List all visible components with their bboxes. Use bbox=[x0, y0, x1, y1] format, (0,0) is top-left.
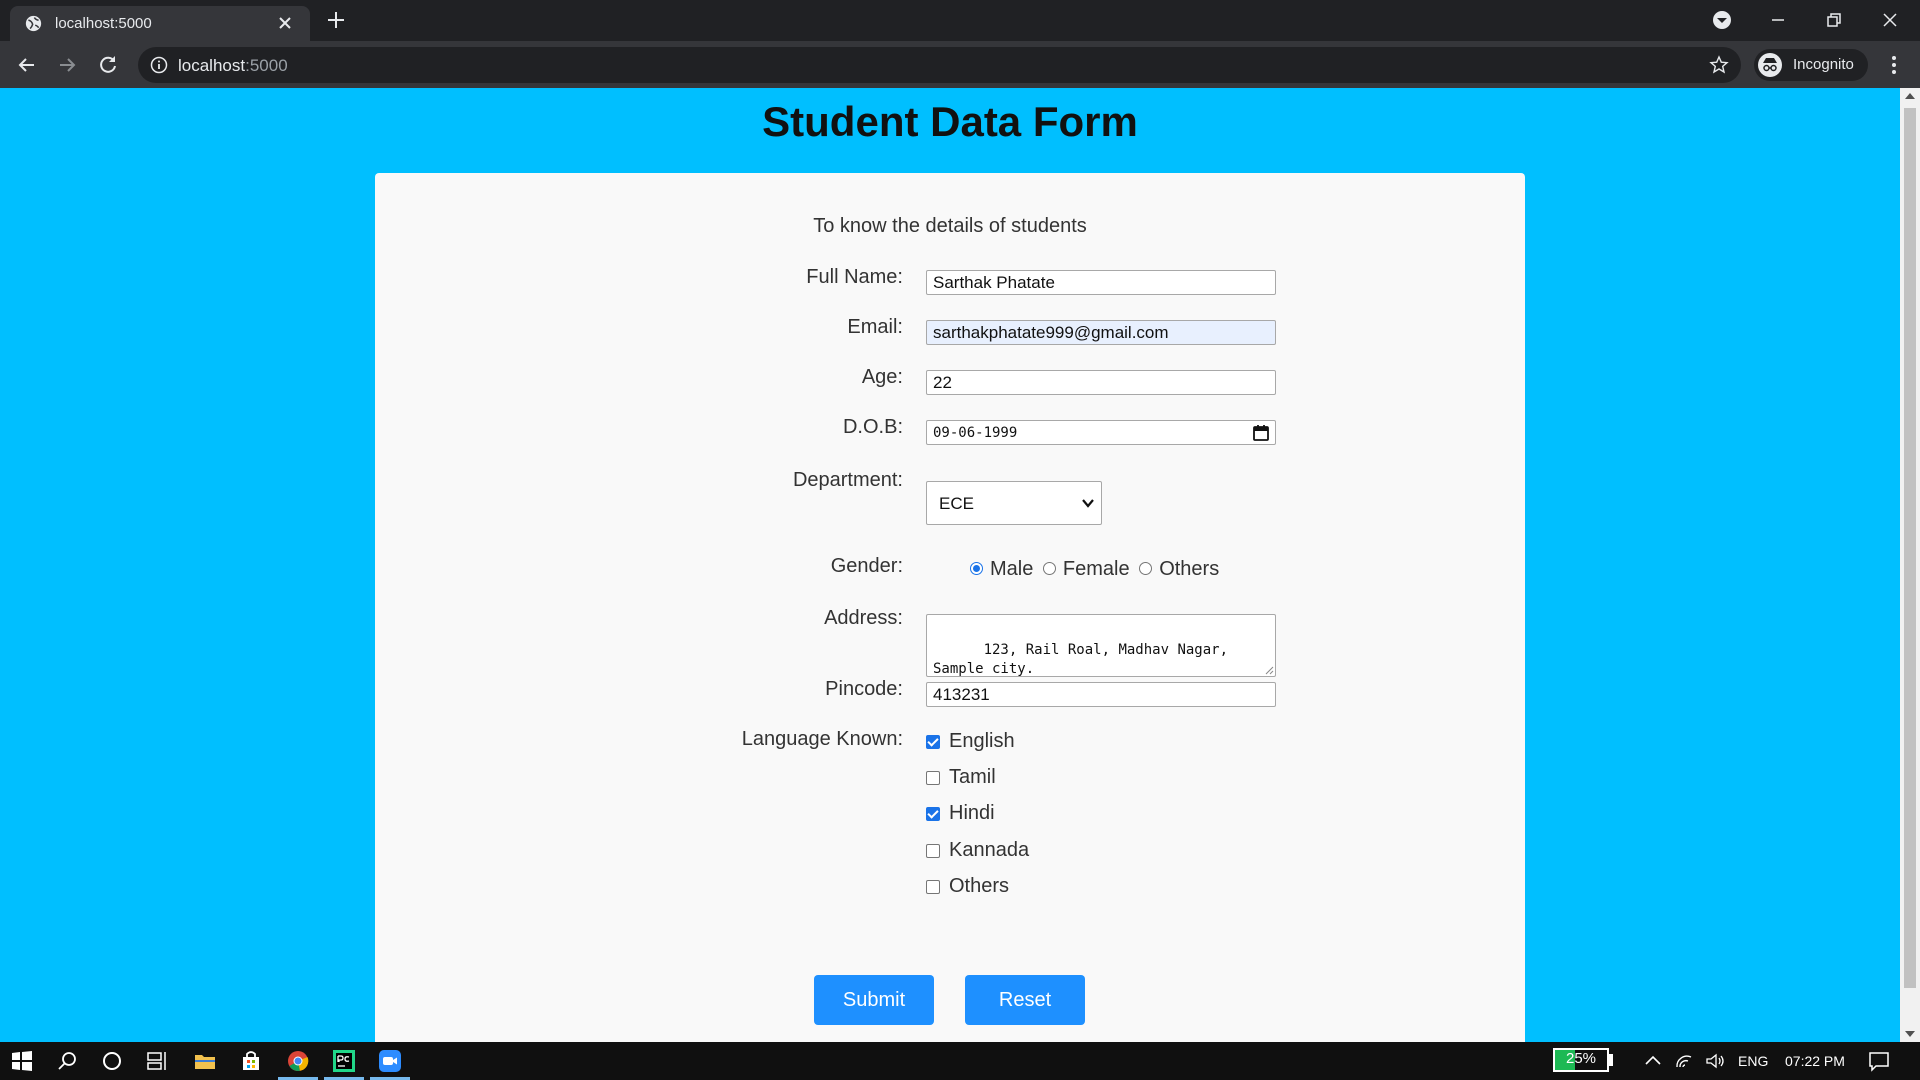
radio-label-male: Male bbox=[990, 558, 1034, 580]
dob-label: D.O.B: bbox=[842, 416, 903, 438]
bookmark-star-icon[interactable] bbox=[1709, 55, 1729, 75]
gender-option-others[interactable]: Others bbox=[1139, 558, 1219, 581]
profile-label: Incognito bbox=[1793, 56, 1854, 73]
dob-value: 09-06-1999 bbox=[933, 425, 1018, 441]
checkbox-hindi[interactable] bbox=[926, 807, 940, 821]
tab-search-icon[interactable] bbox=[1710, 8, 1734, 32]
battery-terminal bbox=[1609, 1054, 1613, 1066]
scrollbar-thumb[interactable] bbox=[1904, 108, 1916, 988]
checkbox-english[interactable] bbox=[926, 735, 940, 749]
zoom-icon[interactable] bbox=[378, 1049, 402, 1073]
clock[interactable]: 07:22 PM bbox=[1785, 1053, 1845, 1069]
browser-tab-strip: localhost:5000 bbox=[0, 0, 1920, 41]
gender-label: Gender: bbox=[830, 555, 903, 577]
age-label: Age: bbox=[861, 366, 903, 388]
age-input[interactable]: 22 bbox=[926, 370, 1276, 395]
reset-button[interactable]: Reset bbox=[965, 975, 1085, 1025]
checkbox-label-others: Others bbox=[949, 875, 1010, 897]
page-scrollbar[interactable] bbox=[1900, 88, 1920, 1042]
submit-button[interactable]: Submit bbox=[814, 975, 934, 1025]
chevron-down-icon bbox=[1082, 499, 1094, 508]
restore-icon[interactable] bbox=[1822, 8, 1846, 32]
battery-percent: 25% bbox=[1565, 1050, 1597, 1067]
checkbox-label-english: English bbox=[949, 730, 1015, 752]
email-input[interactable]: sarthakphatate999@gmail.com bbox=[926, 320, 1276, 345]
dob-input[interactable]: 09-06-1999 bbox=[926, 420, 1276, 445]
form-card: To know the details of students Full Nam… bbox=[375, 173, 1525, 1042]
site-info-icon[interactable] bbox=[150, 56, 168, 74]
minimize-icon[interactable] bbox=[1766, 8, 1790, 32]
department-label: Department: bbox=[792, 469, 903, 491]
volume-icon[interactable] bbox=[1704, 1049, 1726, 1073]
cortana-icon[interactable] bbox=[100, 1049, 124, 1073]
notifications-icon[interactable] bbox=[1867, 1049, 1891, 1073]
address-value: 123, Rail Roal, Madhav Nagar, Sample cit… bbox=[933, 642, 1237, 677]
department-select[interactable]: ECE bbox=[926, 481, 1102, 525]
gender-option-female[interactable]: Female bbox=[1042, 558, 1130, 581]
search-icon[interactable] bbox=[55, 1049, 79, 1073]
gender-radio-group: Male Female Others bbox=[970, 558, 1223, 582]
url-host: localhost bbox=[178, 56, 246, 75]
department-selected-value: ECE bbox=[939, 494, 974, 513]
browser-toolbar: localhost:5000 Incognito bbox=[0, 41, 1920, 88]
checkbox-others[interactable] bbox=[926, 880, 940, 894]
scroll-down-arrow-icon[interactable] bbox=[1905, 1031, 1915, 1037]
full-name-label: Full Name: bbox=[806, 266, 903, 288]
show-hidden-icons-chevron-icon[interactable] bbox=[1643, 1049, 1663, 1073]
globe-icon bbox=[25, 15, 42, 32]
checkbox-label-kannada: Kannada bbox=[949, 839, 1030, 861]
file-explorer-icon[interactable] bbox=[193, 1049, 217, 1073]
chrome-icon[interactable] bbox=[286, 1049, 310, 1073]
address-textarea[interactable]: 123, Rail Roal, Madhav Nagar, Sample cit… bbox=[926, 614, 1276, 677]
resize-grip-icon[interactable] bbox=[1264, 665, 1274, 675]
close-window-icon[interactable] bbox=[1878, 8, 1902, 32]
input-language[interactable]: ENG bbox=[1738, 1053, 1768, 1069]
radio-others[interactable] bbox=[1139, 562, 1153, 575]
gender-option-male[interactable]: Male bbox=[970, 558, 1033, 581]
wifi-icon[interactable] bbox=[1674, 1049, 1694, 1073]
pycharm-icon[interactable] bbox=[332, 1049, 356, 1073]
radio-male[interactable] bbox=[970, 562, 983, 575]
store-icon[interactable] bbox=[239, 1049, 263, 1073]
windows-start-icon[interactable] bbox=[10, 1049, 34, 1073]
radio-label-others: Others bbox=[1159, 558, 1220, 580]
form-subtitle: To know the details of students bbox=[813, 215, 1087, 237]
task-view-icon[interactable] bbox=[145, 1049, 169, 1073]
address-bar[interactable]: localhost:5000 bbox=[138, 47, 1741, 83]
radio-label-female: Female bbox=[1062, 558, 1130, 580]
calendar-icon[interactable] bbox=[1252, 424, 1270, 442]
forward-arrow-icon[interactable] bbox=[55, 53, 79, 77]
pincode-input[interactable]: 413231 bbox=[926, 682, 1276, 707]
reload-icon[interactable] bbox=[96, 53, 120, 77]
languages-label: Language Known: bbox=[741, 728, 903, 750]
close-tab-icon[interactable] bbox=[276, 14, 294, 32]
pincode-label: Pincode: bbox=[825, 678, 903, 700]
incognito-profile-button[interactable]: Incognito bbox=[1754, 49, 1868, 81]
url-text: localhost:5000 bbox=[178, 56, 288, 76]
checkbox-label-hindi: Hindi bbox=[949, 802, 995, 824]
full-name-input[interactable]: Sarthak Phatate bbox=[926, 270, 1276, 295]
page-viewport: Student Data Form To know the details of… bbox=[0, 88, 1900, 1042]
checkbox-kannada[interactable] bbox=[926, 844, 940, 858]
page-title: Student Data Form bbox=[762, 98, 1138, 145]
url-port: :5000 bbox=[245, 56, 288, 75]
new-tab-icon[interactable] bbox=[325, 9, 347, 31]
email-label: Email: bbox=[847, 316, 903, 338]
back-arrow-icon[interactable] bbox=[15, 53, 39, 77]
browser-tab[interactable]: localhost:5000 bbox=[10, 6, 310, 41]
battery-indicator[interactable]: 25% bbox=[1553, 1048, 1613, 1072]
browser-menu-icon[interactable] bbox=[1882, 53, 1906, 77]
checkbox-label-tamil: Tamil bbox=[949, 766, 996, 788]
radio-female[interactable] bbox=[1042, 562, 1056, 575]
scroll-up-arrow-icon[interactable] bbox=[1905, 93, 1915, 99]
windows-taskbar: 25% ENG 07:22 PM bbox=[0, 1042, 1920, 1080]
address-label: Address: bbox=[824, 607, 903, 629]
incognito-icon bbox=[1758, 53, 1782, 77]
checkbox-tamil[interactable] bbox=[926, 771, 940, 785]
tab-title: localhost:5000 bbox=[55, 15, 152, 32]
